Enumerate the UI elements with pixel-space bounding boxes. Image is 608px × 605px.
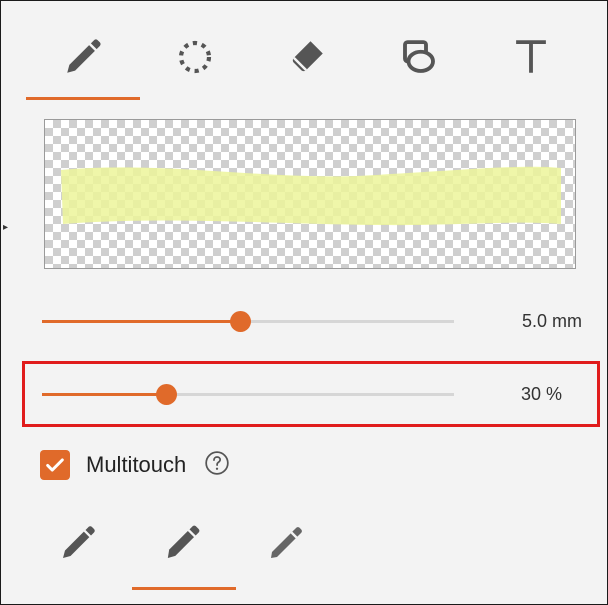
pen-type-marker[interactable] — [132, 515, 232, 590]
pencil-icon — [67, 39, 101, 73]
size-slider-row: 5.0 mm — [42, 307, 582, 337]
opacity-slider-fill — [42, 393, 166, 396]
size-slider-thumb[interactable] — [229, 311, 251, 332]
multitouch-label: Multitouch — [86, 452, 187, 477]
stroke-preview — [44, 119, 576, 269]
preview-stroke — [61, 166, 561, 226]
help-icon[interactable] — [204, 450, 230, 481]
tab-pen-underline — [26, 97, 140, 100]
pen-type-fountain[interactable] — [28, 515, 128, 590]
multitouch-row: Multitouch — [40, 447, 230, 483]
pen-type-tabs — [28, 515, 328, 590]
opacity-slider-track[interactable] — [42, 384, 454, 405]
checkmark-icon — [46, 458, 64, 472]
multitouch-checkbox[interactable] — [40, 450, 70, 480]
text-icon — [516, 40, 546, 73]
tab-pen[interactable] — [26, 28, 140, 100]
fountain-pen-icon — [63, 526, 95, 558]
pen-type-highlighter[interactable] — [236, 515, 336, 590]
panel-edge-arrow-icon: ▸ — [3, 222, 9, 233]
tab-eraser[interactable] — [250, 28, 364, 100]
tab-text[interactable] — [474, 28, 588, 100]
tab-shapes[interactable] — [362, 28, 476, 100]
tab-lasso[interactable] — [138, 28, 252, 100]
size-slider-track[interactable] — [42, 311, 454, 332]
opacity-value: 30 % — [520, 384, 562, 404]
shapes-icon — [403, 40, 435, 73]
marker-icon — [167, 525, 200, 558]
opacity-slider-thumb[interactable] — [155, 384, 177, 405]
pen-type-underline — [132, 587, 236, 590]
size-slider-fill — [42, 320, 240, 323]
size-value: 5.0 mm — [521, 311, 582, 331]
lasso-icon — [178, 40, 212, 74]
opacity-slider-row: 30 % — [42, 380, 562, 410]
highlighter-icon — [271, 527, 302, 558]
eraser-icon — [292, 41, 323, 72]
tool-tabs — [26, 28, 566, 100]
